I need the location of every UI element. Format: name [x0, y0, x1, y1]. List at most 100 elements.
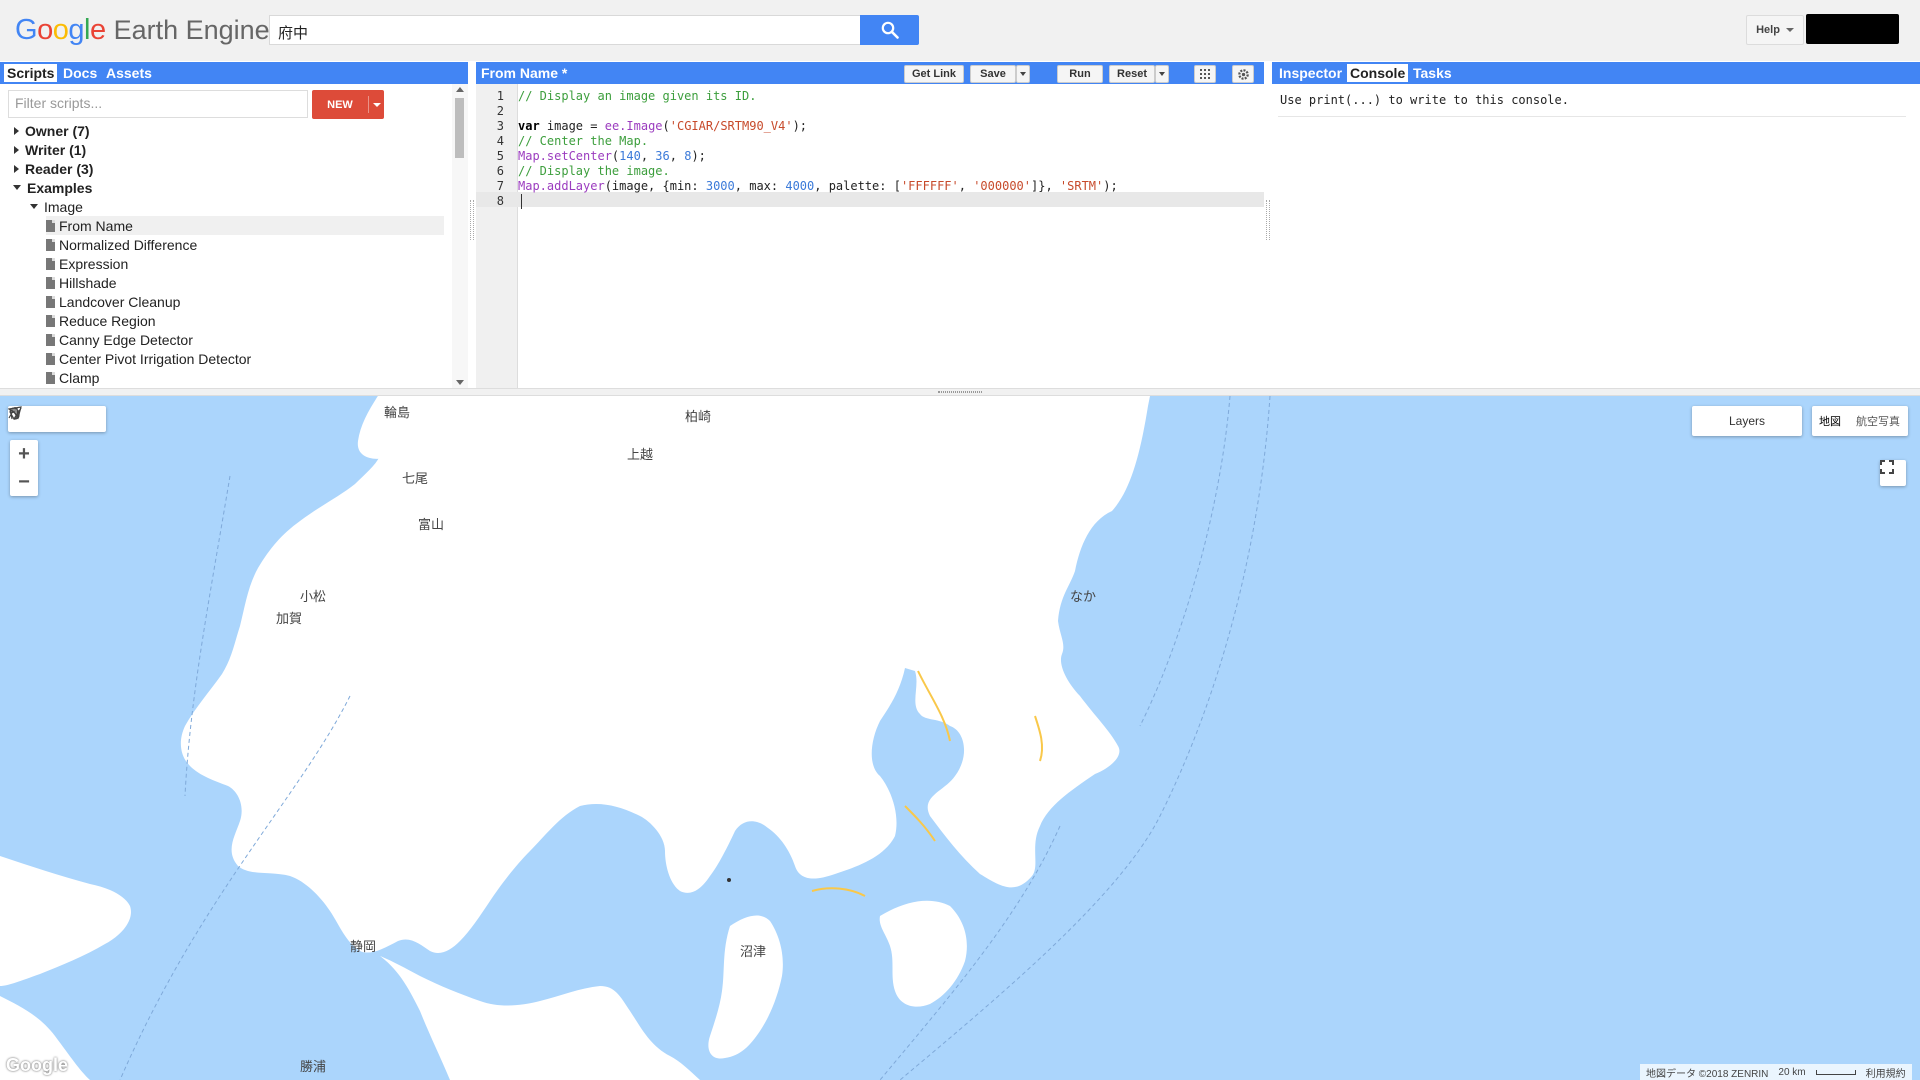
- map-label: 静岡: [350, 939, 377, 954]
- map-label: 輪島: [384, 405, 411, 420]
- logo-letter-o1: o: [37, 14, 53, 46]
- tab-tasks[interactable]: Tasks: [1410, 64, 1455, 82]
- new-label: NEW: [327, 98, 353, 111]
- code-token: );: [691, 149, 706, 163]
- save-dropdown[interactable]: [1016, 65, 1030, 83]
- tab-docs[interactable]: Docs: [60, 64, 100, 82]
- new-button[interactable]: NEW: [312, 90, 384, 119]
- search-input[interactable]: 府中: [269, 15, 860, 45]
- code-area[interactable]: // Display an image given its ID. var im…: [518, 84, 1264, 388]
- filter-scripts-input[interactable]: Filter scripts...: [8, 90, 308, 118]
- right-resize-handle[interactable]: [1266, 200, 1270, 240]
- code-line-1[interactable]: // Display an image given its ID.: [518, 89, 756, 104]
- tree-label: Canny Edge Detector: [59, 331, 193, 348]
- reset-button[interactable]: Reset: [1109, 65, 1155, 83]
- terms-link[interactable]: 利用規約: [1866, 1065, 1906, 1080]
- tree-label: Clamp: [59, 369, 100, 386]
- code-token: Map.setCenter: [518, 149, 612, 163]
- code-token: ,: [640, 149, 656, 163]
- code-line-5[interactable]: Map.setCenter(140, 36, 8);: [518, 149, 706, 164]
- polygon-tool[interactable]: [8, 406, 103, 428]
- search-button[interactable]: [860, 15, 919, 45]
- code-token: // Display the image.: [518, 164, 670, 178]
- code-token: // Display an image given its ID.: [518, 89, 757, 103]
- tree-file[interactable]: Normalized Difference: [46, 235, 197, 254]
- tree-file[interactable]: Clamp: [46, 368, 99, 387]
- marker-tool[interactable]: [9, 407, 54, 428]
- line-number: 3: [496, 119, 504, 133]
- save-button[interactable]: Save: [970, 65, 1016, 83]
- help-button[interactable]: Help: [1746, 15, 1804, 45]
- tab-assets[interactable]: Assets: [103, 64, 155, 82]
- file-icon: [46, 371, 55, 384]
- collapse-arrow-icon[interactable]: [13, 185, 21, 190]
- tab-scripts[interactable]: Scripts: [4, 64, 58, 82]
- map-label: 勝浦: [300, 1059, 327, 1074]
- tree-file[interactable]: Center Pivot Irrigation Detector: [46, 349, 251, 368]
- code-token: 'SRTM': [1059, 179, 1104, 193]
- tree-folder-owner[interactable]: Owner (7): [14, 121, 90, 140]
- resize-grip-icon[interactable]: [938, 391, 982, 393]
- tree-file[interactable]: Reduce Region: [46, 311, 156, 330]
- left-resize-handle[interactable]: [470, 200, 474, 240]
- map-label: なか: [1070, 589, 1097, 604]
- map-terrain: [0, 396, 1271, 1080]
- tree-folder-writer[interactable]: Writer (1): [14, 140, 86, 159]
- code-line-6[interactable]: // Display the image.: [518, 164, 670, 179]
- code-token: image =: [539, 119, 605, 133]
- tree-file[interactable]: Canny Edge Detector: [46, 330, 193, 349]
- zoom-out-button[interactable]: −: [10, 468, 38, 496]
- tree-file[interactable]: Expression: [46, 254, 128, 273]
- tab-inspector[interactable]: Inspector: [1276, 64, 1345, 82]
- map-label: 沼津: [740, 944, 767, 959]
- map-canvas[interactable]: 輪島 柏崎 上越 七尾 富山 小松 加賀 なか 沼津 静岡 勝浦 + − Lay…: [0, 396, 1920, 1080]
- settings-button[interactable]: [1232, 65, 1254, 83]
- scroll-thumb[interactable]: [455, 98, 464, 158]
- get-link-button[interactable]: Get Link: [904, 65, 964, 83]
- chevron-down-icon[interactable]: [373, 102, 381, 107]
- fullscreen-button[interactable]: [1880, 460, 1906, 486]
- tree-folder-image[interactable]: Image: [30, 197, 83, 216]
- map-type-map[interactable]: 地図: [1812, 406, 1848, 436]
- scripts-scrollbar[interactable]: [452, 84, 468, 388]
- layers-button[interactable]: Layers: [1692, 406, 1802, 436]
- expand-arrow-icon[interactable]: [14, 164, 19, 173]
- script-title: From Name *: [481, 65, 568, 81]
- file-icon: [46, 276, 55, 289]
- expand-arrow-icon[interactable]: [14, 145, 19, 154]
- reset-dropdown[interactable]: [1155, 65, 1169, 83]
- tree-file[interactable]: Landcover Cleanup: [46, 292, 180, 311]
- tab-console[interactable]: Console: [1347, 64, 1409, 82]
- product-name: Earth Engine: [113, 15, 270, 45]
- tree-count: (3): [76, 160, 94, 177]
- code-line-3[interactable]: var image = ee.Image('CGIAR/SRTM90_V4');: [518, 119, 807, 134]
- collapse-arrow-icon[interactable]: [30, 204, 38, 209]
- tree-file-from-name[interactable]: From Name: [46, 216, 444, 235]
- code-token: 140: [619, 149, 641, 163]
- code-line-4[interactable]: // Center the Map.: [518, 134, 648, 149]
- line-number: 2: [496, 104, 504, 118]
- file-icon: [46, 333, 55, 346]
- tree-file[interactable]: Hillshade: [46, 273, 117, 292]
- tree-folder-reader[interactable]: Reader (3): [14, 159, 93, 178]
- google-earth-engine-logo[interactable]: Google Earth Engine: [15, 14, 270, 48]
- expand-arrow-icon[interactable]: [14, 126, 19, 135]
- apps-button[interactable]: [1194, 65, 1216, 83]
- tree-label: Image: [44, 198, 83, 215]
- run-button[interactable]: Run: [1057, 65, 1103, 83]
- code-line-7[interactable]: Map.addLayer(image, {min: 3000, max: 400…: [518, 179, 1118, 194]
- zoom-in-button[interactable]: +: [10, 440, 38, 468]
- text-cursor: [521, 194, 522, 209]
- scroll-down-icon[interactable]: [456, 380, 464, 385]
- tree-folder-examples[interactable]: Examples: [13, 178, 92, 197]
- code-token: 4000: [785, 179, 815, 193]
- map-label: 富山: [418, 517, 445, 532]
- code-token: (image, {min:: [604, 179, 706, 193]
- tree-label: Center Pivot Irrigation Detector: [59, 350, 252, 367]
- scroll-up-icon[interactable]: [456, 87, 464, 92]
- account-button[interactable]: [1806, 14, 1899, 44]
- code-token: , max:: [734, 179, 786, 193]
- line-tool[interactable]: [8, 407, 78, 428]
- map-type-satellite[interactable]: 航空写真: [1848, 406, 1908, 436]
- tree-label: Owner: [25, 122, 69, 139]
